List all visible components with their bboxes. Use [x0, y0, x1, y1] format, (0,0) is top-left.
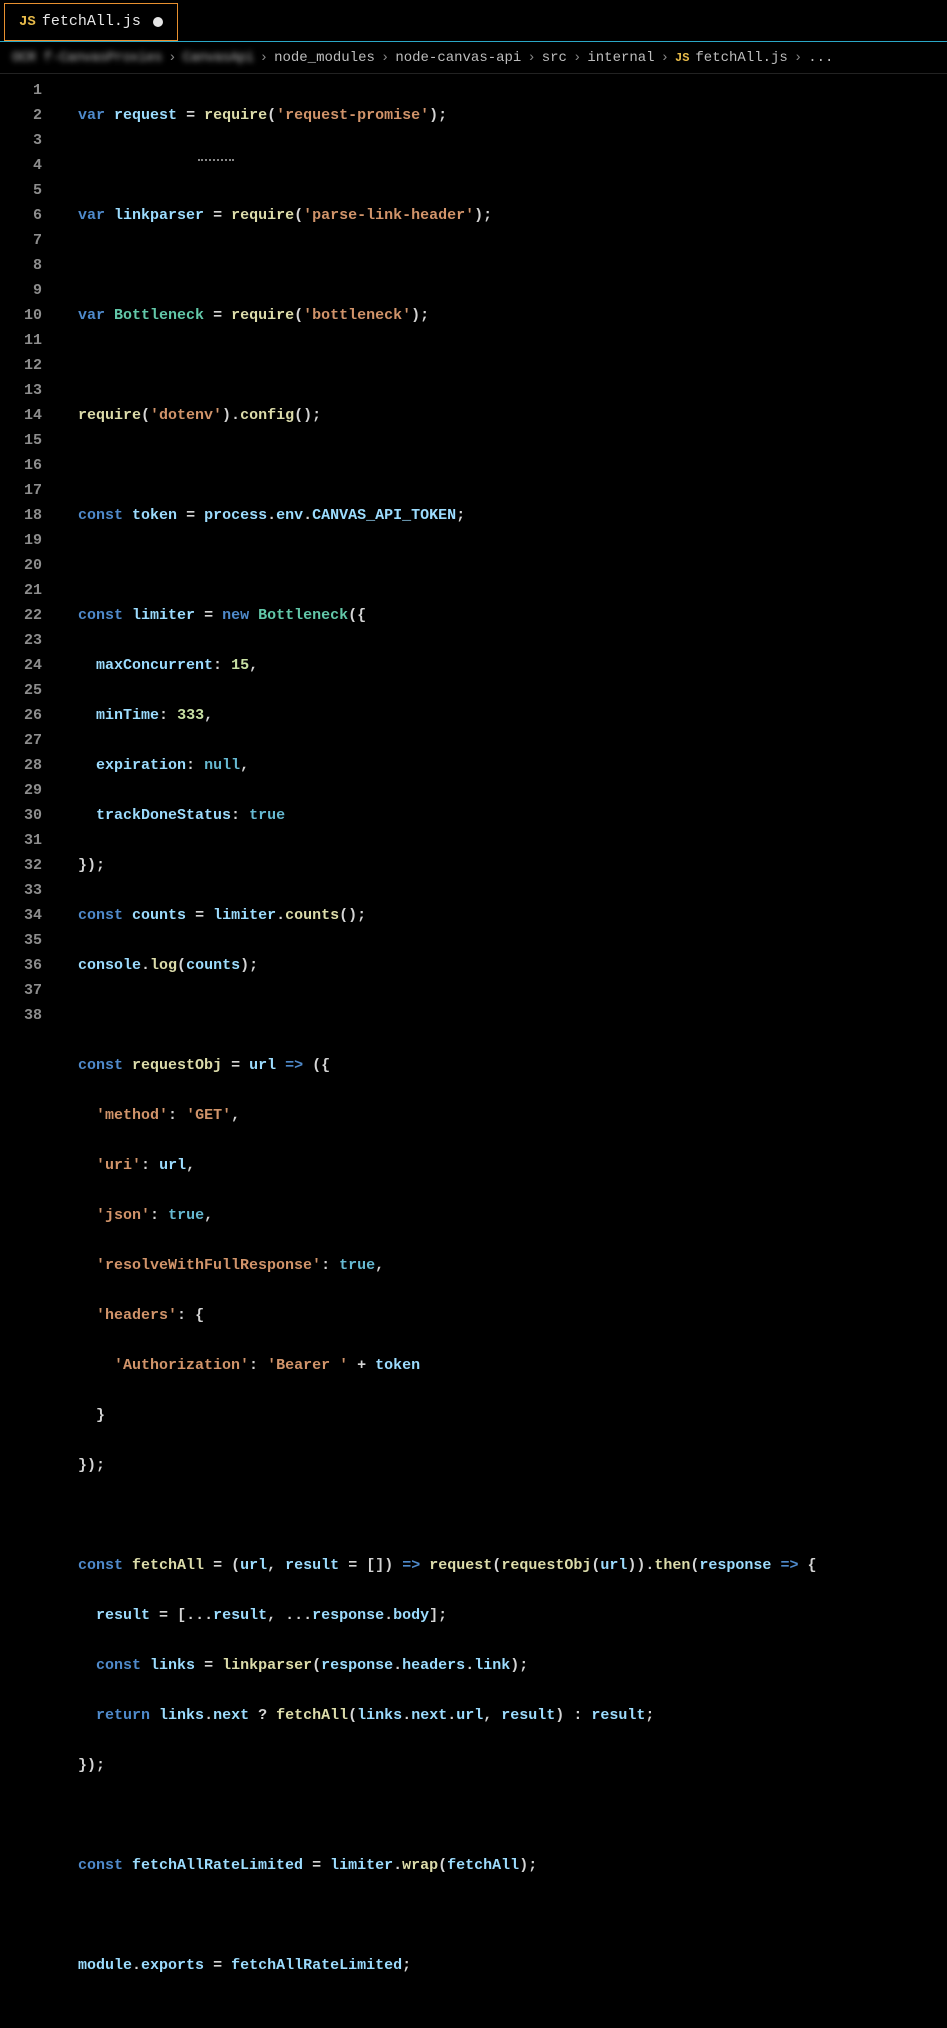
code-content[interactable]: var request = require('request-promise')… — [56, 78, 947, 2028]
chevron-right-icon: › — [661, 50, 669, 66]
line-number: 2 — [0, 103, 42, 128]
line-number: 8 — [0, 253, 42, 278]
breadcrumb-seg[interactable]: node_modules — [274, 50, 375, 66]
chevron-right-icon: › — [381, 50, 389, 66]
breadcrumb-seg-blurred[interactable]: CanvasApi — [183, 50, 254, 66]
line-number: 13 — [0, 378, 42, 403]
line-number: 28 — [0, 753, 42, 778]
line-number: 21 — [0, 578, 42, 603]
line-number-gutter: 1234567891011121314151617181920212223242… — [0, 78, 56, 2028]
line-number: 1 — [0, 78, 42, 103]
line-number: 29 — [0, 778, 42, 803]
line-number: 11 — [0, 328, 42, 353]
chevron-right-icon: › — [260, 50, 268, 66]
line-number: 14 — [0, 403, 42, 428]
line-number: 26 — [0, 703, 42, 728]
line-number: 20 — [0, 553, 42, 578]
line-number: 32 — [0, 853, 42, 878]
breadcrumb-seg[interactable]: internal — [587, 50, 654, 66]
line-number: 7 — [0, 228, 42, 253]
line-number: 23 — [0, 628, 42, 653]
linter-hint-underline — [198, 159, 234, 161]
breadcrumb-tail[interactable]: ... — [808, 50, 833, 66]
line-number: 5 — [0, 178, 42, 203]
chevron-right-icon: › — [573, 50, 581, 66]
line-number: 9 — [0, 278, 42, 303]
line-number: 4 — [0, 153, 42, 178]
dirty-indicator-icon — [153, 17, 163, 27]
line-number: 34 — [0, 903, 42, 928]
chevron-right-icon: › — [794, 50, 802, 66]
line-number: 27 — [0, 728, 42, 753]
chevron-right-icon: › — [527, 50, 535, 66]
line-number: 6 — [0, 203, 42, 228]
breadcrumb[interactable]: OCR f-CanvasProxies › CanvasApi › node_m… — [0, 42, 947, 74]
line-number: 3 — [0, 128, 42, 153]
breadcrumb-seg-blurred[interactable]: OCR f-CanvasProxies — [12, 50, 162, 66]
line-number: 12 — [0, 353, 42, 378]
line-number: 25 — [0, 678, 42, 703]
line-number: 15 — [0, 428, 42, 453]
line-number: 30 — [0, 803, 42, 828]
line-number: 17 — [0, 478, 42, 503]
js-file-icon: JS — [19, 14, 36, 30]
tab-bar: JS fetchAll.js — [0, 0, 947, 42]
tab-fetchall[interactable]: JS fetchAll.js — [4, 3, 178, 41]
line-number: 16 — [0, 453, 42, 478]
line-number: 31 — [0, 828, 42, 853]
line-number: 33 — [0, 878, 42, 903]
line-number: 35 — [0, 928, 42, 953]
js-file-icon: JS — [675, 51, 689, 65]
line-number: 36 — [0, 953, 42, 978]
line-number: 19 — [0, 528, 42, 553]
tab-label: fetchAll.js — [42, 13, 141, 30]
line-number: 37 — [0, 978, 42, 1003]
line-number: 18 — [0, 503, 42, 528]
chevron-right-icon: › — [168, 50, 176, 66]
line-number: 10 — [0, 303, 42, 328]
line-number: 24 — [0, 653, 42, 678]
line-number: 22 — [0, 603, 42, 628]
line-number: 38 — [0, 1003, 42, 1028]
breadcrumb-seg[interactable]: src — [542, 50, 567, 66]
code-editor[interactable]: 1234567891011121314151617181920212223242… — [0, 74, 947, 2028]
breadcrumb-seg[interactable]: node-canvas-api — [395, 50, 521, 66]
breadcrumb-seg[interactable]: fetchAll.js — [695, 50, 787, 66]
